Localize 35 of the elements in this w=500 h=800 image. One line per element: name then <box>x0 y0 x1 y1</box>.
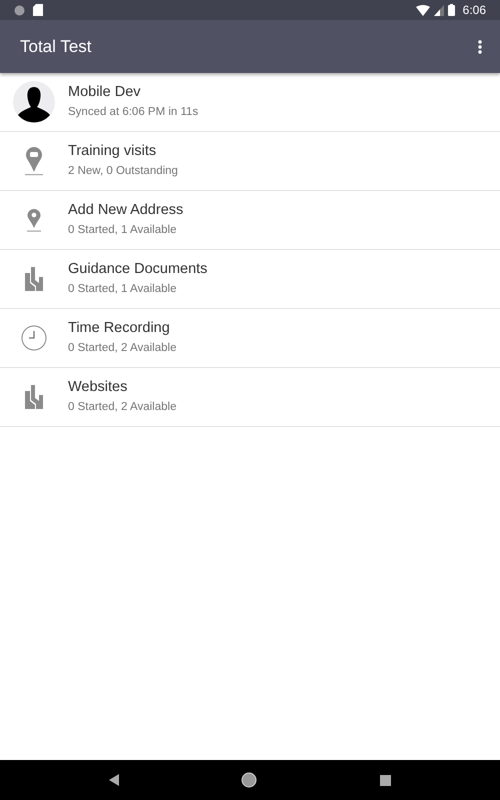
item-title: Training visits <box>68 143 158 161</box>
battery-icon <box>448 4 455 16</box>
list-item[interactable]: Time Recording 0 Started, 2 Available <box>0 309 500 368</box>
item-subtitle: 0 Started, 1 Available <box>68 282 178 297</box>
overflow-menu-icon[interactable] <box>478 40 482 54</box>
map-pin-icon <box>26 208 42 232</box>
app-title: Total Test <box>20 36 92 58</box>
list-item[interactable]: Websites 0 Started, 2 Available <box>0 368 500 427</box>
item-subtitle: Synced at 6:06 PM in 11s <box>68 104 198 120</box>
item-subtitle: 0 Started, 2 Available <box>68 400 176 415</box>
avatar-icon <box>13 81 55 123</box>
list-item[interactable]: Mobile Dev Synced at 6:06 PM in 11s <box>0 73 500 132</box>
item-title: Mobile Dev <box>68 84 142 102</box>
clock-time: 6:06 <box>462 2 486 19</box>
list-item[interactable]: Training visits 2 New, 0 Outstanding <box>0 132 500 191</box>
item-title: Add New Address <box>68 202 184 220</box>
notification-dot-icon <box>14 4 25 16</box>
sd-card-icon <box>33 4 43 16</box>
item-subtitle: 0 Started, 2 Available <box>68 340 176 356</box>
home-icon[interactable] <box>241 772 258 788</box>
documents-icon <box>25 267 43 291</box>
item-title: Time Recording <box>68 320 171 338</box>
item-title: Websites <box>68 379 128 397</box>
list-item[interactable]: Add New Address 0 Started, 1 Available <box>0 191 500 250</box>
wifi-icon <box>416 4 430 16</box>
item-subtitle: 2 New, 0 Outstanding <box>68 164 178 179</box>
recents-icon[interactable] <box>380 774 391 786</box>
signal-icon <box>434 4 444 16</box>
clock-icon <box>21 325 47 351</box>
list-item[interactable]: Guidance Documents 0 Started, 1 Available <box>0 250 500 309</box>
item-subtitle: 0 Started, 1 Available <box>68 222 178 238</box>
map-pin-icon <box>24 146 44 176</box>
back-icon[interactable] <box>109 774 120 786</box>
item-title: Guidance Documents <box>68 261 208 279</box>
documents-icon <box>25 385 43 409</box>
